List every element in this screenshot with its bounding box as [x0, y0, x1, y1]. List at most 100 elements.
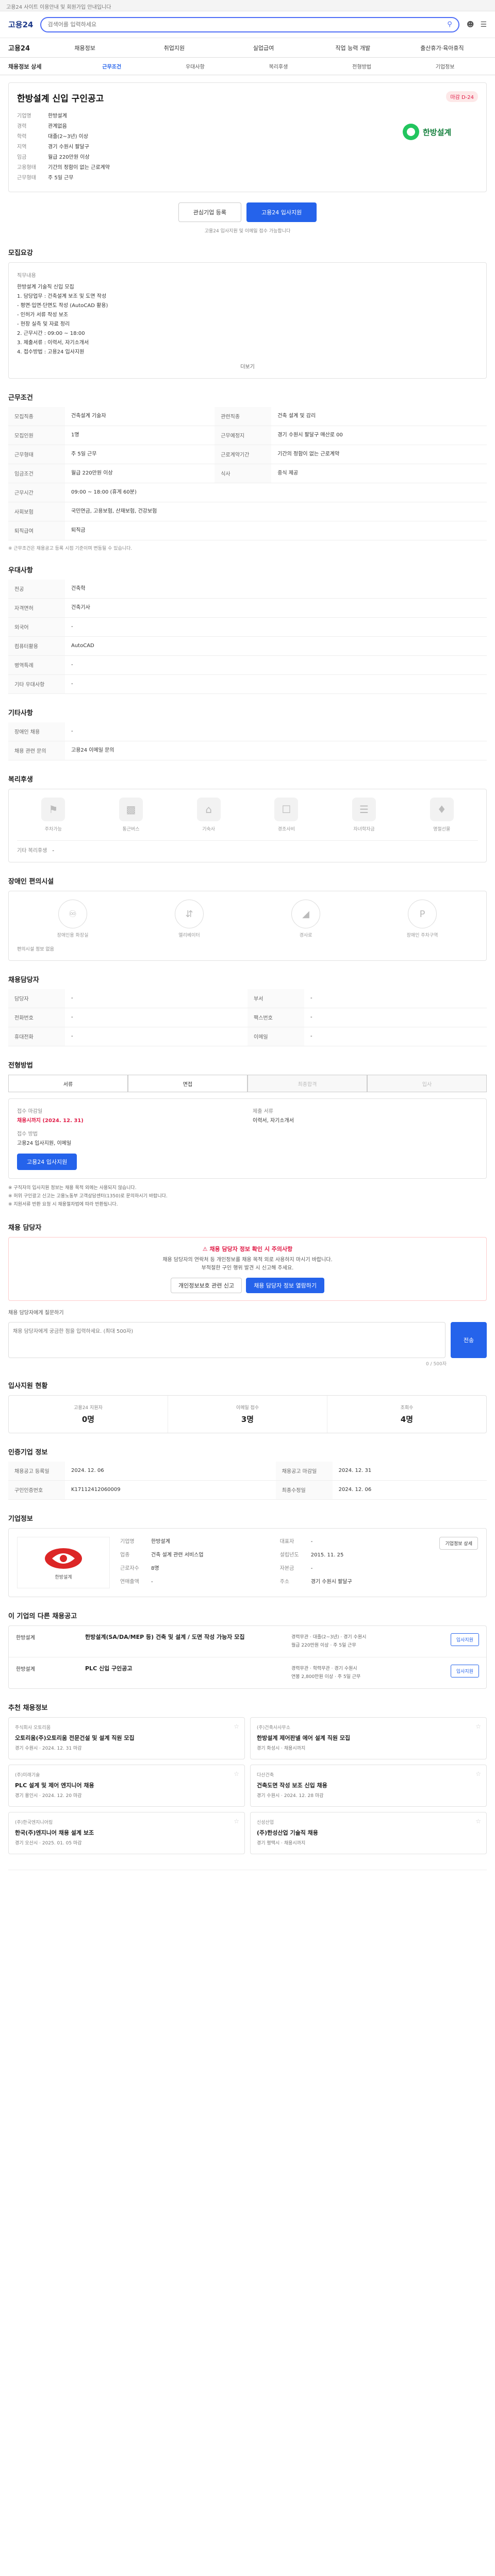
tab-company[interactable]: 기업정보	[403, 62, 487, 70]
company-detail-button[interactable]: 기업정보 상세	[439, 1537, 478, 1550]
cond-key: 모집직종	[8, 407, 65, 426]
summary-value: 주 5일 근무	[48, 175, 74, 181]
section-title-disabled: 장애인 편의시설	[8, 878, 54, 886]
welfare-item: ⚑ 주차가능	[17, 798, 90, 832]
cond-key: 근무시간	[8, 483, 65, 502]
search-input[interactable]	[47, 21, 443, 28]
tab-preference[interactable]: 우대사항	[154, 62, 237, 70]
company-row: 기업명 한방설계	[17, 111, 385, 122]
rec-title[interactable]: 한국(주)엔지니어 채용 설계 보조	[15, 1828, 238, 1837]
recommend-card[interactable]: ☆ (주)미래기술 PLC 설계 및 제어 엔지니어 채용 경기 용인시 · 2024…	[8, 1765, 245, 1807]
similar-title[interactable]: PLC 신입 구인공고	[85, 1665, 284, 1681]
toilet-icon: ♾	[58, 900, 87, 928]
cond-key: 임금조건	[8, 464, 65, 483]
welfare-label: 자녀학자금	[353, 827, 375, 832]
similar-apply-button[interactable]: 입사지원	[450, 1633, 479, 1646]
pref-value: AutoCAD	[65, 636, 487, 656]
star-icon[interactable]: ☆	[475, 1818, 481, 1825]
recommend-card[interactable]: ☆ (주)건축사사무소 한방설계 제어판넬 에어 설계 직원 모집 경기 화성시 · …	[250, 1717, 487, 1759]
summary-key: 고용형태	[17, 165, 36, 171]
rec-meta: 경기 평택시 · 채용시까지	[257, 1841, 306, 1846]
similar-jobs-list: 한방설계 한방설계(SA/DA/MEP 등) 건축 및 설계 / 도면 작성 가…	[8, 1625, 487, 1689]
star-icon[interactable]: ☆	[234, 1818, 239, 1825]
recommend-card[interactable]: ☆ (주)한국엔지니어링 한국(주)엔지니어 채용 설계 보조 경기 오산시 · 20…	[8, 1812, 245, 1854]
conditions-note: ※ 근무조건은 채용공고 등록 시점 기준이며 변동될 수 있습니다.	[8, 546, 133, 551]
recommend-card[interactable]: ☆ 주식회사 오토리움 오토리움(주)오토리움 전문건설 및 설계 직원 모집 경기 …	[8, 1717, 245, 1759]
rec-company: (주)미래기술	[15, 1773, 40, 1778]
report-privacy-button[interactable]: 개인정보보호 관련 신고	[170, 1278, 242, 1293]
question-textarea[interactable]	[8, 1322, 446, 1358]
top-notice-bar: 고용24 사이트 이용안내 및 회원가입 안내입니다	[0, 0, 495, 11]
recommend-card[interactable]: ☆ 다산건축 건축도면 작성 보조 신입 채용 경기 수원시 · 2024. 12. …	[250, 1765, 487, 1807]
etc-key: 장애인 채용	[8, 722, 65, 741]
list-item[interactable]: 한방설계 한방설계(SA/DA/MEP 등) 건축 및 설계 / 도면 작성 가…	[9, 1626, 486, 1657]
rec-title[interactable]: (주)한성산업 기술직 채용	[257, 1828, 480, 1837]
info-value: 2024. 12. 06	[332, 1480, 487, 1500]
global-nav: 고용24 채용정보 취업지원 실업급여 직업 능력 개발 출산휴가·육아휴직	[0, 38, 495, 58]
stat-item: 고용24 지원자 0명	[9, 1396, 168, 1433]
summary-key: 근무형태	[17, 175, 36, 181]
summary-row: 학력 대졸(2~3년) 이상	[17, 132, 385, 142]
contact-value: -	[65, 989, 248, 1008]
recommend-card[interactable]: ☆ 신성산업 (주)한성산업 기술직 채용 경기 평택시 · 채용시까지	[250, 1812, 487, 1854]
cond-key: 근무예정지	[214, 426, 272, 445]
cond-value: 건축설계 기술자	[65, 407, 215, 426]
rec-title[interactable]: 건축도면 작성 보조 신입 채용	[257, 1781, 480, 1789]
summary-key: 경력	[17, 124, 27, 129]
warning-text: 채용 담당자의 연락처 등 개인정보를 채용 목적 외로 사용하지 마시기 바랍…	[162, 1257, 333, 1271]
cond-key: 근무형태	[8, 445, 65, 464]
apply-info-table: 채용공고 등록일 2024. 12. 06 채용공고 마감일 2024. 12. 31…	[8, 1462, 487, 1500]
send-question-button[interactable]: 전송	[451, 1322, 487, 1358]
cond-value: 1명	[65, 426, 215, 445]
nav-item-training[interactable]: 직업 능력 개발	[308, 44, 398, 52]
info-key: 채용공고 마감일	[275, 1462, 333, 1481]
list-item[interactable]: 한방설계 PLC 신입 구인공고 경력무관 · 학력무관 · 경기 수원시 연봉…	[9, 1657, 486, 1688]
contact-key: 부서	[248, 989, 304, 1008]
tab-welfare[interactable]: 복리후생	[237, 62, 320, 70]
star-icon[interactable]: ☆	[475, 1770, 481, 1777]
rec-title[interactable]: 오토리움(주)오토리움 전문건설 및 설계 직원 모집	[15, 1734, 238, 1742]
star-icon[interactable]: ☆	[234, 1723, 239, 1730]
welfare-item: ☰ 자녀학자금	[328, 798, 401, 832]
view-contact-button[interactable]: 채용 담당자 정보 열람하기	[246, 1278, 324, 1293]
duty-label: 직무내용	[17, 273, 36, 279]
rec-title[interactable]: PLC 설계 및 제어 엔지니어 채용	[15, 1781, 238, 1789]
section-title-report: 채용 담당자	[8, 1224, 42, 1232]
cond-key: 관련직종	[214, 407, 272, 426]
stat-value: 3명	[241, 1415, 254, 1424]
tab-method[interactable]: 전형방법	[320, 62, 404, 70]
stat-label: 고용24 지원자	[74, 1405, 103, 1411]
stat-label: 조회수	[400, 1405, 414, 1411]
similar-title[interactable]: 한방설계(SA/DA/MEP 등) 건축 및 설계 / 도면 작성 가능자 모집	[85, 1633, 284, 1650]
summary-row: 근무형태 주 5일 근무	[17, 173, 385, 183]
pref-key: 병역특례	[8, 655, 65, 675]
rec-title[interactable]: 한방설계 제어판넬 에어 설계 직원 모집	[257, 1734, 480, 1742]
section-title-recommend: 추천 채용정보	[8, 1704, 48, 1712]
company-row: 설립년도 2015. 11. 25	[279, 1552, 344, 1558]
pref-key: 외국어	[8, 617, 65, 637]
tab-conditions[interactable]: 근무조건	[70, 62, 154, 70]
apply-button[interactable]: 고용24 입사지원	[246, 202, 317, 222]
company-row: 대표자 -	[279, 1539, 313, 1545]
site-logo[interactable]: 고용24	[8, 19, 33, 30]
nav-item-support[interactable]: 취업지원	[129, 44, 219, 52]
pref-key: 자격면허	[8, 598, 65, 618]
nav-home[interactable]: 고용24	[8, 43, 30, 53]
similar-apply-button[interactable]: 입사지원	[450, 1665, 479, 1677]
star-icon[interactable]: ☆	[234, 1770, 239, 1777]
summary-key: 지역	[17, 144, 27, 150]
rec-meta: 경기 수원시 · 2024. 12. 31 마감	[15, 1746, 82, 1751]
nav-item-benefit[interactable]: 실업급여	[219, 44, 308, 52]
deadline-badge: 마감 D-24	[446, 91, 478, 102]
nav-item-leave[interactable]: 출산휴가·육아휴직	[398, 44, 487, 52]
method-apply-button[interactable]: 고용24 입사지원	[17, 1154, 77, 1170]
nav-item-jobs[interactable]: 채용정보	[40, 44, 129, 52]
parking-disabled-icon: P	[408, 900, 437, 928]
menu-icon[interactable]: ☰	[480, 21, 487, 29]
company-name[interactable]: 한방설계	[48, 111, 67, 122]
interest-company-button[interactable]: 관심기업 등록	[178, 202, 241, 222]
user-icon[interactable]: ☻	[467, 21, 474, 29]
star-icon[interactable]: ☆	[475, 1723, 481, 1730]
more-button[interactable]: 더보기	[17, 362, 478, 370]
search-icon[interactable]: ⚲	[447, 21, 452, 28]
